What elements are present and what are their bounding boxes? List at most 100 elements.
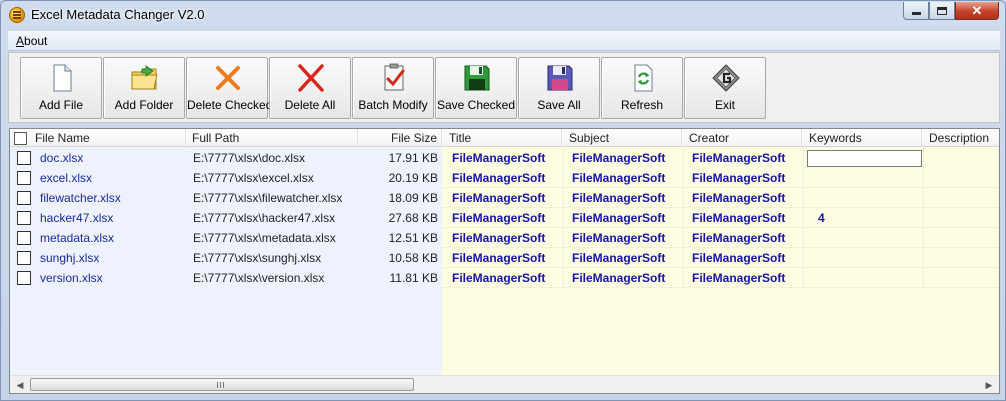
header-file-name[interactable]: File Name [10, 129, 186, 147]
menu-about[interactable]: About [16, 34, 47, 48]
scrollbar-thumb[interactable] [30, 378, 414, 391]
subject-cell[interactable]: FileManagerSoft [572, 188, 665, 208]
file-size-cell: 12.51 KB [388, 231, 438, 245]
title-cell[interactable]: FileManagerSoft [452, 148, 545, 168]
save-all-button[interactable]: Save All [518, 57, 600, 119]
full-path-cell: E:\7777\xlsx\excel.xlsx [193, 171, 314, 185]
save-checked-icon [464, 65, 490, 91]
file-size-cell: 17.91 KB [388, 151, 438, 165]
file-name-cell: metadata.xlsx [40, 231, 115, 245]
exit-button[interactable]: Exit [684, 57, 766, 119]
batch-modify-label: Batch Modify [358, 98, 428, 112]
header-full-path[interactable]: Full Path [186, 129, 358, 147]
file-list[interactable]: File Name Full Path File Size Title Subj… [9, 128, 1000, 394]
creator-cell[interactable]: FileManagerSoft [692, 268, 785, 288]
header-title[interactable]: Title [442, 129, 562, 147]
header-keywords[interactable]: Keywords [802, 129, 922, 147]
minimize-button[interactable] [903, 2, 929, 20]
file-name-cell: sunghj.xlsx [40, 251, 100, 265]
maximize-icon [937, 6, 947, 15]
file-name-cell: hacker47.xlsx [40, 211, 114, 225]
subject-cell[interactable]: FileManagerSoft [572, 268, 665, 288]
subject-cell[interactable]: FileManagerSoft [572, 168, 665, 188]
scroll-left-icon[interactable]: ◀ [12, 378, 28, 392]
row-divider [442, 267, 999, 268]
table-row[interactable]: sunghj.xlsx E:\7777\xlsx\sunghj.xlsx 10.… [10, 248, 999, 268]
file-size-cell: 27.68 KB [388, 211, 438, 225]
add-file-button[interactable]: Add File [20, 57, 102, 119]
close-button[interactable]: ✕ [955, 2, 999, 20]
header-file-size[interactable]: File Size [358, 129, 442, 147]
creator-cell[interactable]: FileManagerSoft [692, 228, 785, 248]
full-path-cell: E:\7777\xlsx\metadata.xlsx [193, 231, 336, 245]
refresh-icon [634, 64, 653, 92]
table-row[interactable]: doc.xlsx E:\7777\xlsx\doc.xlsx 17.91 KB … [10, 148, 999, 168]
header-description[interactable]: Description [922, 129, 999, 147]
row-checkbox[interactable] [17, 251, 31, 265]
full-path-cell: E:\7777\xlsx\sunghj.xlsx [193, 251, 322, 265]
save-checked-button[interactable]: Save Checked [435, 57, 517, 119]
folder-add-icon [131, 65, 158, 90]
row-checkbox[interactable] [17, 231, 31, 245]
keywords-edit-field[interactable] [807, 150, 922, 167]
subject-cell[interactable]: FileManagerSoft [572, 148, 665, 168]
row-divider [442, 287, 999, 288]
title-cell[interactable]: FileManagerSoft [452, 228, 545, 248]
batch-modify-button[interactable]: Batch Modify [352, 57, 434, 119]
delete-all-icon [298, 64, 324, 92]
delete-all-label: Delete All [284, 98, 336, 112]
creator-cell[interactable]: FileManagerSoft [692, 208, 785, 228]
save-all-label: Save All [537, 98, 581, 112]
full-path-cell: E:\7777\xlsx\filewatcher.xlsx [193, 191, 343, 205]
row-checkbox[interactable] [17, 171, 31, 185]
creator-cell[interactable]: FileManagerSoft [692, 168, 785, 188]
table-row[interactable]: metadata.xlsx E:\7777\xlsx\metadata.xlsx… [10, 228, 999, 248]
title-cell[interactable]: FileManagerSoft [452, 268, 545, 288]
row-checkbox[interactable] [17, 151, 31, 165]
row-checkbox[interactable] [17, 211, 31, 225]
horizontal-scrollbar[interactable]: ◀ ▶ [10, 375, 999, 393]
creator-cell[interactable]: FileManagerSoft [692, 148, 785, 168]
grip-icon [217, 382, 224, 388]
file-name-cell: version.xlsx [40, 271, 103, 285]
table-row[interactable]: hacker47.xlsx E:\7777\xlsx\hacker47.xlsx… [10, 208, 999, 228]
toolbar: Add File Add Folder Delete Checked Delet… [8, 52, 1000, 123]
creator-cell[interactable]: FileManagerSoft [692, 248, 785, 268]
window-title: Excel Metadata Changer V2.0 [31, 7, 205, 22]
subject-cell[interactable]: FileManagerSoft [572, 248, 665, 268]
delete-all-button[interactable]: Delete All [269, 57, 351, 119]
header-creator[interactable]: Creator [682, 129, 802, 147]
table-header: File Name Full Path File Size Title Subj… [10, 129, 999, 147]
row-divider [442, 207, 999, 208]
refresh-button[interactable]: Refresh [601, 57, 683, 119]
header-subject[interactable]: Subject [562, 129, 682, 147]
file-size-cell: 11.81 KB [389, 271, 438, 285]
delete-checked-button[interactable]: Delete Checked [186, 57, 272, 119]
subject-cell[interactable]: FileManagerSoft [572, 208, 665, 228]
title-cell[interactable]: FileManagerSoft [452, 208, 545, 228]
table-row[interactable]: version.xlsx E:\7777\xlsx\version.xlsx 1… [10, 268, 999, 288]
scroll-right-icon[interactable]: ▶ [981, 378, 997, 392]
table-row[interactable]: filewatcher.xlsx E:\7777\xlsx\filewatche… [10, 188, 999, 208]
row-checkbox[interactable] [17, 191, 31, 205]
table-row[interactable]: excel.xlsx E:\7777\xlsx\excel.xlsx 20.19… [10, 168, 999, 188]
window-controls: ✕ [903, 2, 999, 20]
row-divider [442, 227, 999, 228]
subject-cell[interactable]: FileManagerSoft [572, 228, 665, 248]
app-window: Excel Metadata Changer V2.0 ✕ About Add … [0, 0, 1006, 401]
delete-checked-icon [216, 66, 240, 90]
keywords-cell[interactable]: 4 [818, 208, 825, 228]
row-divider [442, 247, 999, 248]
title-cell[interactable]: FileManagerSoft [452, 248, 545, 268]
title-cell[interactable]: FileManagerSoft [452, 168, 545, 188]
creator-cell[interactable]: FileManagerSoft [692, 188, 785, 208]
maximize-button[interactable] [929, 2, 955, 20]
full-path-cell: E:\7777\xlsx\version.xlsx [193, 271, 325, 285]
add-folder-button[interactable]: Add Folder [103, 57, 185, 119]
full-path-cell: E:\7777\xlsx\hacker47.xlsx [193, 211, 336, 225]
title-cell[interactable]: FileManagerSoft [452, 188, 545, 208]
title-bar[interactable]: Excel Metadata Changer V2.0 ✕ [1, 1, 1005, 30]
row-checkbox[interactable] [17, 271, 31, 285]
app-icon [9, 7, 25, 23]
add-file-label: Add File [38, 98, 84, 112]
